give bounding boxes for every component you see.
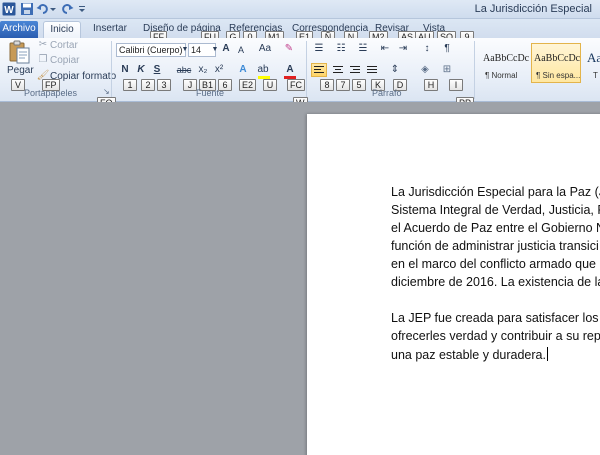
shrink-font-icon[interactable]: A (234, 44, 248, 56)
keytip: 7 (336, 79, 350, 91)
grow-font-icon[interactable]: A (219, 43, 233, 55)
copy-button[interactable]: Copiar (50, 55, 79, 66)
keytip: E2 (239, 79, 257, 91)
text-caret (546, 347, 548, 361)
text-effects-icon[interactable]: A (236, 64, 250, 76)
title-bar: W La Jurisdicción Especial (0, 0, 600, 19)
keytip: U (263, 79, 277, 91)
undo-dropdown-icon[interactable] (50, 2, 56, 16)
document-line: ofrecerles verdad y contribuir a su rep (391, 329, 600, 343)
tab-archivo[interactable]: Archivo (0, 21, 38, 38)
document-line: en el marco del conflicto armado que (391, 257, 596, 271)
window-title: La Jurisdicción Especial (474, 3, 592, 15)
save-icon[interactable] (20, 2, 34, 16)
line-spacing-icon[interactable]: ⇕ (388, 64, 402, 76)
document-page[interactable]: La Jurisdicción Especial para la Paz (JE… (307, 114, 600, 455)
group-separator (306, 41, 307, 99)
bullets-icon[interactable]: ☰ (312, 43, 326, 55)
document-line: diciembre de 2016. La existencia de la (391, 275, 600, 289)
multilevel-list-icon[interactable]: ☱ (356, 43, 370, 55)
document-last-line: una paz estable y duradera. (391, 347, 548, 362)
superscript-button[interactable]: x² (212, 64, 226, 76)
document-line: La Jurisdicción Especial para la Paz (JE… (391, 185, 600, 199)
style-name: T (593, 71, 598, 80)
style-sample: AaBbCcDc (534, 53, 581, 64)
keytip: 3 (157, 79, 171, 91)
underline-button[interactable]: S (150, 64, 164, 76)
style-normal[interactable]: AaBbCcDc ¶ Normal (480, 43, 530, 83)
keytip: I (449, 79, 463, 91)
style-name: ¶ Normal (485, 71, 518, 80)
cut-button[interactable]: Cortar (50, 40, 78, 51)
dialog-launcher-icon[interactable]: ↘ (103, 87, 110, 96)
redo-icon[interactable] (60, 2, 74, 16)
paste-button[interactable]: Pegar (7, 65, 34, 76)
style-name: ¶ Sin espa... (536, 71, 581, 80)
clear-format-icon[interactable]: ✎ (282, 43, 296, 55)
group-separator (474, 41, 475, 99)
increase-indent-icon[interactable]: ⇥ (396, 43, 410, 55)
borders-icon[interactable]: ⊞ (440, 64, 454, 76)
sort-icon[interactable]: ↕ (420, 43, 434, 55)
tab-insertar[interactable]: Insertar (93, 21, 127, 38)
subscript-button[interactable]: x₂ (196, 64, 210, 76)
tab-inicio[interactable]: Inicio (43, 21, 81, 38)
pilcrow-icon[interactable]: ¶ (440, 43, 454, 55)
font-group-label: Fuente (196, 88, 225, 98)
align-center-icon[interactable] (331, 64, 345, 76)
keytip: 2 (141, 79, 155, 91)
align-left-button[interactable] (311, 63, 327, 77)
keytip: 1 (123, 79, 137, 91)
scissors-icon: ✂ (38, 39, 48, 50)
ribbon-home: Pegar ✂ Cortar ❐ Copiar 🖌 Copiar formato… (0, 38, 600, 102)
keytip: V (11, 79, 25, 91)
strikethrough-button[interactable]: abc (174, 64, 194, 76)
font-name-combo[interactable]: Calibri (Cuerpo) (116, 43, 186, 57)
keytip: 8 (320, 79, 334, 91)
keytip: 5 (352, 79, 366, 91)
document-line: Sistema Integral de Verdad, Justicia, R (391, 203, 600, 217)
document-line-text: una paz estable y duradera. (391, 348, 546, 362)
decrease-indent-icon[interactable]: ⇤ (378, 43, 392, 55)
align-right-icon[interactable] (348, 64, 362, 76)
document-line: La JEP fue creada para satisfacer los de (391, 311, 600, 325)
shading-icon[interactable]: ◈ (418, 64, 432, 76)
copy-icon: ❐ (38, 54, 48, 65)
font-color-icon[interactable]: A (283, 64, 297, 76)
align-left-icon (314, 66, 324, 73)
style-sin-espaciado[interactable]: AaBbCcDc ¶ Sin espa... (531, 43, 581, 83)
style-sample: AaBbCcDc (483, 53, 530, 64)
highlight-icon[interactable]: ab (256, 64, 270, 76)
style-sample: Aa (587, 50, 600, 65)
document-workspace: La Jurisdicción Especial para la Paz (JE… (0, 102, 600, 455)
numbering-icon[interactable]: ☷ (334, 43, 348, 55)
keytip: J (183, 79, 197, 91)
customize-qat-icon[interactable] (78, 2, 86, 16)
keytip: FP (42, 79, 60, 91)
bold-button[interactable]: N (118, 64, 132, 76)
style-heading[interactable]: Aa T (584, 43, 600, 83)
font-name-value: Calibri (Cuerpo) (119, 45, 183, 55)
document-line: función de administrar justicia transici (391, 239, 599, 253)
paste-icon[interactable] (7, 40, 31, 64)
font-size-value: 14 (191, 45, 202, 55)
word-logo-icon[interactable]: W (2, 2, 16, 16)
keytip: H (424, 79, 438, 91)
paragraph-group-label: Párrafo (372, 88, 402, 98)
group-separator (111, 41, 112, 99)
keytip: FC (287, 79, 305, 91)
format-painter-button[interactable]: Copiar formato (50, 71, 116, 82)
justify-icon[interactable] (365, 64, 379, 76)
italic-button[interactable]: K (134, 64, 148, 76)
change-case-icon[interactable]: Aa (258, 43, 272, 55)
svg-text:W: W (4, 5, 14, 16)
undo-icon[interactable] (36, 2, 50, 16)
document-line: el Acuerdo de Paz entre el Gobierno N (391, 221, 600, 235)
